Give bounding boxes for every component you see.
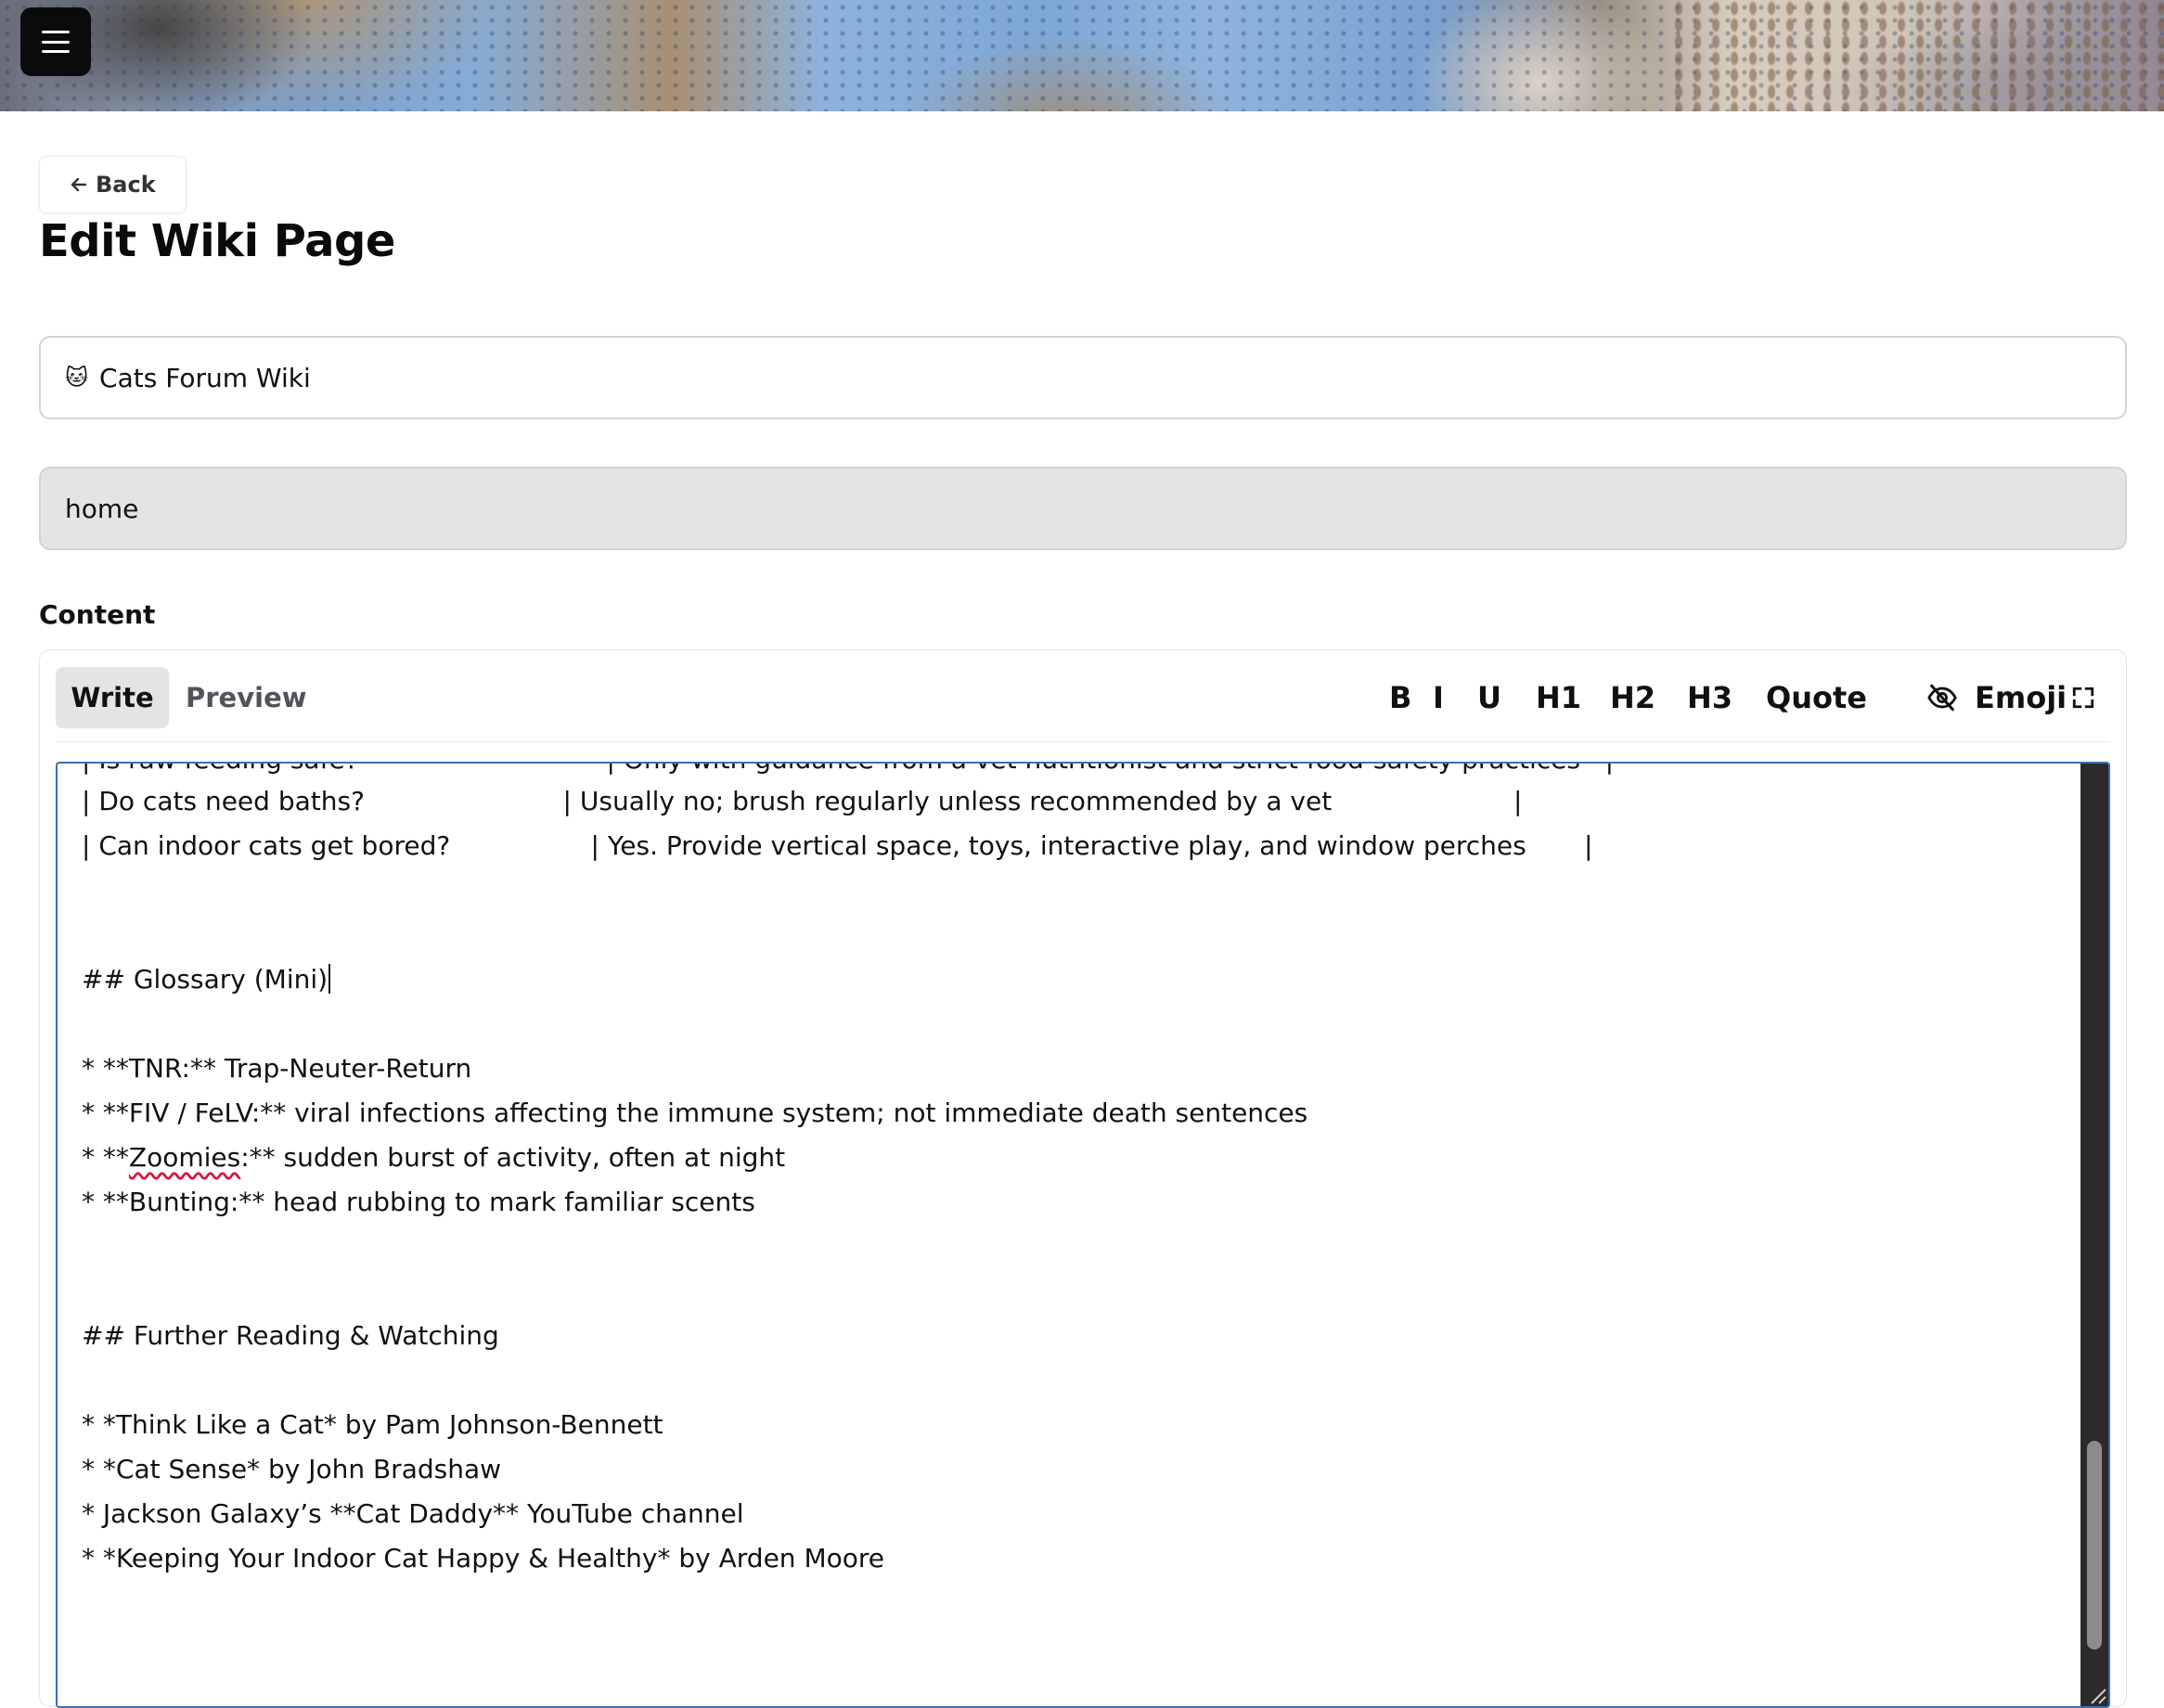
glossary-heading-text: ## Glossary (Mini) <box>82 964 328 995</box>
quote-button[interactable]: Quote <box>1766 667 1867 728</box>
content-label: Content <box>39 599 156 630</box>
content-line-reading-heading: ## Further Reading & Watching <box>82 1320 499 1351</box>
resize-handle-icon[interactable] <box>2080 1678 2108 1706</box>
wiki-select-value: Cats Forum Wiki <box>99 362 311 393</box>
h3-button[interactable]: H3 <box>1687 667 1732 728</box>
editor-toolbar: Write Preview B I U H1 H2 H3 Quote Emoji <box>56 667 2110 742</box>
cat-emoji-icon: 🐱 <box>65 365 89 391</box>
banner-texture-right <box>1670 0 2164 111</box>
underline-button[interactable]: U <box>1477 667 1501 728</box>
content-line: * **TNR:** Trap-Neuter-Return <box>82 1053 472 1084</box>
h2-button[interactable]: H2 <box>1610 667 1655 728</box>
back-button[interactable]: Back <box>39 156 187 213</box>
emoji-button[interactable]: Emoji <box>1975 667 2067 728</box>
arrow-left-icon <box>71 177 87 192</box>
italic-button[interactable]: I <box>1433 667 1444 728</box>
eye-off-icon[interactable] <box>1926 667 1958 728</box>
content-line: * *Keeping Your Indoor Cat Happy & Healt… <box>82 1543 884 1573</box>
back-button-label: Back <box>96 172 156 198</box>
content-line-glossary-heading: ## Glossary (Mini) <box>82 964 331 995</box>
header-banner-image <box>0 0 2164 111</box>
zoomies-prefix: * ** <box>82 1142 129 1173</box>
tab-write[interactable]: Write <box>56 667 169 728</box>
spellcheck-word: Zoomies <box>128 1142 241 1173</box>
wiki-select-field[interactable]: 🐱 Cats Forum Wiki <box>39 336 2127 419</box>
menu-button[interactable] <box>20 7 91 76</box>
content-line: | Can indoor cats get bored? | Yes. Prov… <box>82 830 1593 861</box>
markdown-editor: Write Preview B I U H1 H2 H3 Quote Emoji… <box>39 649 2127 1708</box>
content-line: * Jackson Galaxy’s **Cat Daddy** YouTube… <box>82 1498 744 1529</box>
textarea-scrollbar[interactable] <box>2080 764 2108 1706</box>
text-cursor <box>328 964 331 994</box>
content-line: * **Bunting:** head rubbing to mark fami… <box>82 1187 755 1217</box>
zoomies-rest: :** sudden burst of activity, often at n… <box>240 1142 786 1173</box>
content-line: * **FIV / FeLV:** viral infections affec… <box>82 1098 1308 1128</box>
slug-value: home <box>65 493 139 524</box>
bold-button[interactable]: B <box>1389 667 1411 728</box>
scrollbar-thumb[interactable] <box>2087 1441 2102 1650</box>
content-line: | Do cats need baths? | Usually no; brus… <box>82 786 1523 816</box>
content-line: * *Cat Sense* by John Bradshaw <box>82 1454 502 1484</box>
content-text: | Is raw feeding safe? | Only with guida… <box>58 764 2108 1706</box>
content-textarea[interactable]: | Is raw feeding safe? | Only with guida… <box>56 762 2110 1708</box>
content-line-zoomies: * **Zoomies:** sudden burst of activity,… <box>82 1142 785 1173</box>
page-title: Edit Wiki Page <box>39 215 395 267</box>
tab-preview[interactable]: Preview <box>176 667 316 728</box>
slug-field[interactable]: home <box>39 467 2127 550</box>
h1-button[interactable]: H1 <box>1536 667 1581 728</box>
content-line: * *Think Like a Cat* by Pam Johnson-Benn… <box>82 1409 663 1440</box>
fullscreen-icon[interactable] <box>2071 667 2095 728</box>
content-line: | Is raw feeding safe? | Only with guida… <box>82 764 1614 775</box>
hamburger-icon <box>42 31 70 53</box>
